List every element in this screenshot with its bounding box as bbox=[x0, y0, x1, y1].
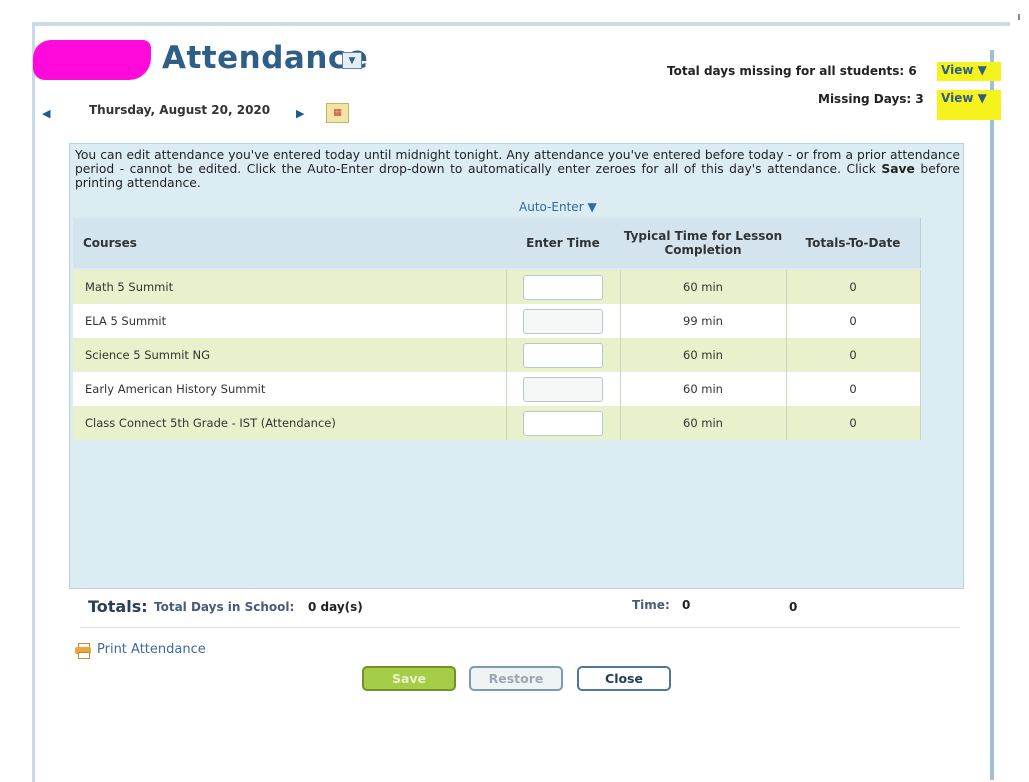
totals-cell: 0 bbox=[786, 270, 921, 304]
total-days-value: 0 day(s) bbox=[308, 600, 363, 614]
view-total-missing-link[interactable]: View ▼ bbox=[937, 62, 1001, 81]
window-corner-mark bbox=[1018, 14, 1020, 20]
totals-label: Totals: bbox=[88, 597, 148, 616]
print-attendance-link[interactable]: Print Attendance bbox=[75, 642, 206, 659]
totals-to-date: 0 bbox=[849, 280, 857, 294]
course-name: Class Connect 5th Grade - IST (Attendanc… bbox=[73, 406, 507, 440]
instructions-text: You can edit attendance you've entered t… bbox=[75, 148, 960, 190]
missing-days-value: 3 bbox=[915, 92, 924, 106]
total-missing-summary: Total days missing for all students: 6 bbox=[667, 64, 917, 78]
instructions-save-word: Save bbox=[881, 162, 915, 176]
table-row: ELA 5 Summit 99 min 0 bbox=[73, 304, 921, 338]
table-row: Early American History Summit 60 min 0 bbox=[73, 372, 921, 406]
totals-to-date: 0 bbox=[818, 376, 888, 402]
table-row: Math 5 Summit 60 min 0 bbox=[73, 270, 921, 304]
enter-time-input[interactable] bbox=[523, 410, 603, 436]
enter-time-cell bbox=[506, 304, 621, 338]
table-row: Class Connect 5th Grade - IST (Attendanc… bbox=[73, 406, 921, 440]
view-missing-days-link[interactable]: View ▼ bbox=[937, 90, 1001, 120]
header-enter-time: Enter Time bbox=[506, 218, 621, 268]
totals-cell: 0 bbox=[786, 372, 921, 406]
printer-icon bbox=[75, 642, 91, 659]
page-title: Attendance bbox=[162, 40, 369, 76]
totals-bar: Totals: Total Days in School: 0 day(s) T… bbox=[80, 593, 960, 628]
totals-to-date: 0 bbox=[849, 416, 857, 430]
totals-to-date: 0 bbox=[849, 348, 857, 362]
redacted-name bbox=[33, 40, 151, 80]
enter-time-cell bbox=[506, 406, 621, 440]
auto-enter-dropdown[interactable]: Auto-Enter ▼ bbox=[519, 200, 597, 214]
total-time-label: Time: bbox=[632, 598, 670, 612]
save-button[interactable]: Save bbox=[362, 666, 456, 691]
enter-time-cell bbox=[506, 372, 621, 406]
close-button[interactable]: Close bbox=[577, 666, 671, 691]
enter-time-input[interactable] bbox=[523, 342, 603, 368]
missing-days-label: Missing Days: bbox=[818, 92, 912, 106]
total-days-label: Total Days in School: bbox=[154, 600, 295, 614]
next-day-icon[interactable]: ▶ bbox=[296, 107, 304, 120]
header-courses: Courses bbox=[73, 218, 507, 268]
enter-time-input[interactable] bbox=[523, 308, 603, 334]
instructions-part1: You can edit attendance you've entered t… bbox=[75, 148, 960, 176]
title-dropdown-icon[interactable]: ▼ bbox=[342, 52, 362, 69]
enter-time-cell bbox=[506, 338, 621, 372]
enter-time-input[interactable] bbox=[523, 274, 603, 300]
total-time-value: 0 bbox=[682, 598, 691, 612]
restore-button[interactable]: Restore bbox=[469, 666, 563, 691]
missing-days-summary: Missing Days: 3 bbox=[818, 92, 924, 106]
totals-cell: 0 bbox=[786, 338, 921, 372]
grand-total-value: 0 bbox=[789, 600, 798, 614]
typical-time: 60 min bbox=[620, 406, 787, 440]
totals-cell: 0 bbox=[786, 406, 921, 440]
totals-cell: 0 bbox=[786, 304, 921, 338]
typical-time: 60 min bbox=[620, 372, 787, 406]
print-attendance-label: Print Attendance bbox=[97, 642, 206, 657]
enter-time-cell bbox=[506, 270, 621, 304]
table-row: Science 5 Summit NG 60 min 0 bbox=[73, 338, 921, 372]
total-missing-value: 6 bbox=[908, 64, 917, 78]
course-name: Early American History Summit bbox=[73, 372, 507, 406]
enter-time-input[interactable] bbox=[523, 376, 603, 402]
course-name: ELA 5 Summit bbox=[73, 304, 507, 338]
calendar-icon[interactable]: ▦ bbox=[326, 103, 349, 123]
totals-to-date: 0 bbox=[818, 308, 888, 334]
window-left-border bbox=[32, 22, 35, 782]
typical-time: 99 min bbox=[620, 304, 787, 338]
total-missing-label: Total days missing for all students: bbox=[667, 64, 905, 78]
window-scrollbar[interactable] bbox=[990, 50, 994, 780]
header-typical-time: Typical Time for Lesson Completion bbox=[620, 218, 787, 268]
typical-time: 60 min bbox=[620, 338, 787, 372]
header-totals-to-date: Totals-To-Date bbox=[786, 218, 921, 268]
window-top-border bbox=[32, 22, 1010, 26]
previous-day-icon[interactable]: ◀ bbox=[42, 107, 50, 120]
course-name: Math 5 Summit bbox=[73, 270, 507, 304]
current-date: Thursday, August 20, 2020 bbox=[89, 103, 271, 117]
course-name: Science 5 Summit NG bbox=[73, 338, 507, 372]
typical-time: 60 min bbox=[620, 270, 787, 304]
